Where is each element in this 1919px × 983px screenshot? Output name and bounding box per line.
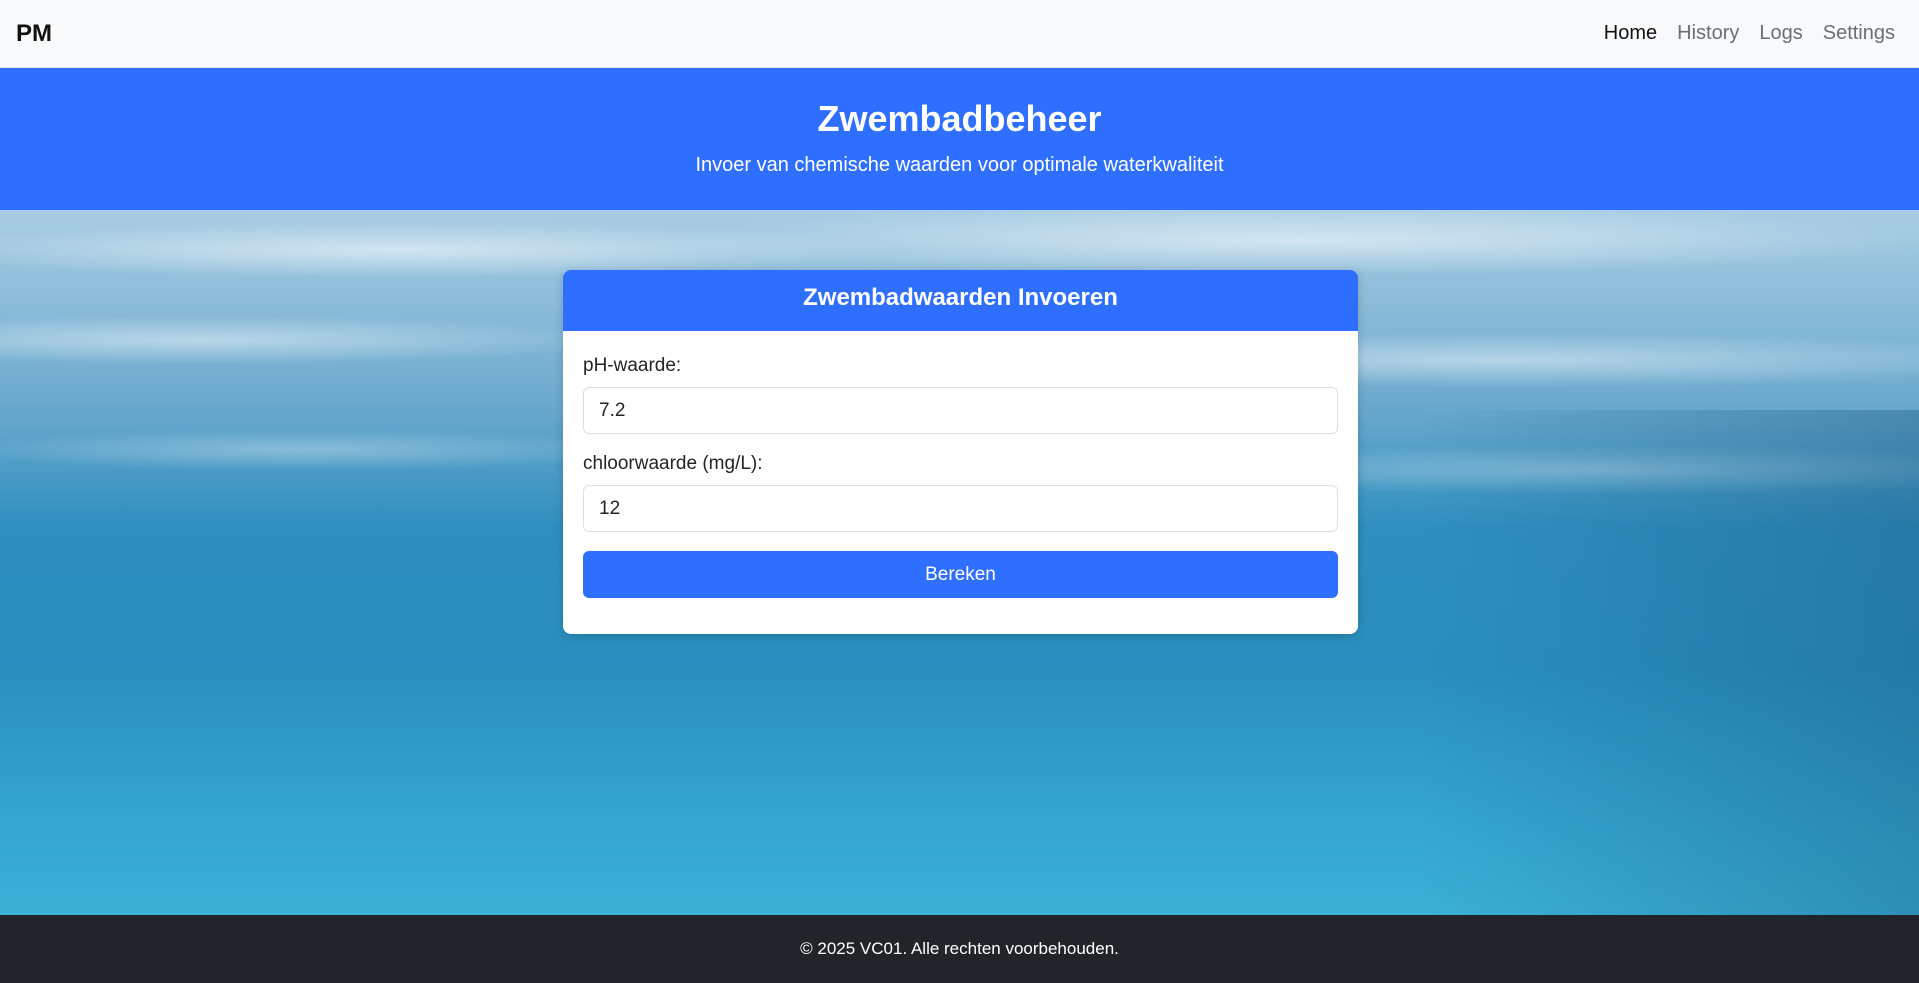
- ph-label: pH-waarde:: [583, 355, 682, 376]
- card-header: Zwembadwaarden Invoeren: [563, 270, 1358, 331]
- page-subtitle: Invoer van chemische waarden voor optima…: [695, 154, 1224, 176]
- nav-link-settings[interactable]: Settings: [1823, 22, 1895, 45]
- chlorine-group: chloorwaarde (mg/L):: [583, 453, 1338, 532]
- page-title: Zwembadbeheer: [817, 98, 1102, 139]
- footer-text: © 2025 VC01. Alle rechten voorbehouden.: [800, 939, 1119, 958]
- nav-link-logs[interactable]: Logs: [1759, 22, 1802, 45]
- input-card: Zwembadwaarden Invoeren pH-waarde: chloo…: [563, 270, 1358, 634]
- footer: © 2025 VC01. Alle rechten voorbehouden.: [0, 915, 1919, 983]
- calculate-button[interactable]: Bereken: [583, 551, 1338, 598]
- card-body: pH-waarde: chloorwaarde (mg/L): Bereken: [563, 331, 1358, 598]
- ph-group: pH-waarde:: [583, 355, 1338, 434]
- chlorine-input[interactable]: [583, 485, 1338, 532]
- brand-logo[interactable]: PM: [16, 20, 52, 48]
- ph-input[interactable]: [583, 387, 1338, 434]
- nav-link-home[interactable]: Home: [1604, 22, 1657, 45]
- nav-links: Home History Logs Settings: [1604, 22, 1903, 45]
- water-background: Zwembadwaarden Invoeren pH-waarde: chloo…: [0, 210, 1919, 915]
- navbar: PM Home History Logs Settings: [0, 0, 1919, 68]
- chlorine-label: chloorwaarde (mg/L):: [583, 453, 763, 474]
- hero-banner: Zwembadbeheer Invoer van chemische waard…: [0, 68, 1919, 210]
- nav-link-history[interactable]: History: [1677, 22, 1739, 45]
